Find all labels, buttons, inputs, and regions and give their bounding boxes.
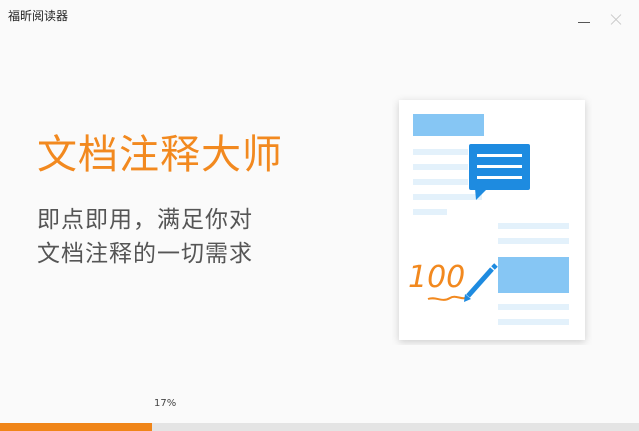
progress-bar	[0, 423, 639, 431]
progress-percentage: 17%	[154, 398, 177, 409]
app-title: 福昕阅读器	[8, 9, 69, 23]
handwritten-score: 100	[408, 260, 469, 301]
splash-subline-2: 文档注释的一切需求	[37, 241, 253, 267]
document-annotation-illustration: 100	[399, 100, 585, 340]
progress-fill	[0, 423, 153, 431]
close-button[interactable]	[606, 10, 626, 30]
splash-subline-1: 即点即用，满足你对	[37, 207, 253, 233]
minimize-button[interactable]	[574, 10, 594, 30]
splash-headline: 文档注释大师	[37, 132, 283, 178]
document-icon	[399, 100, 585, 340]
score-text: 100	[408, 260, 465, 295]
title-bar: 福昕阅读器	[0, 0, 639, 32]
